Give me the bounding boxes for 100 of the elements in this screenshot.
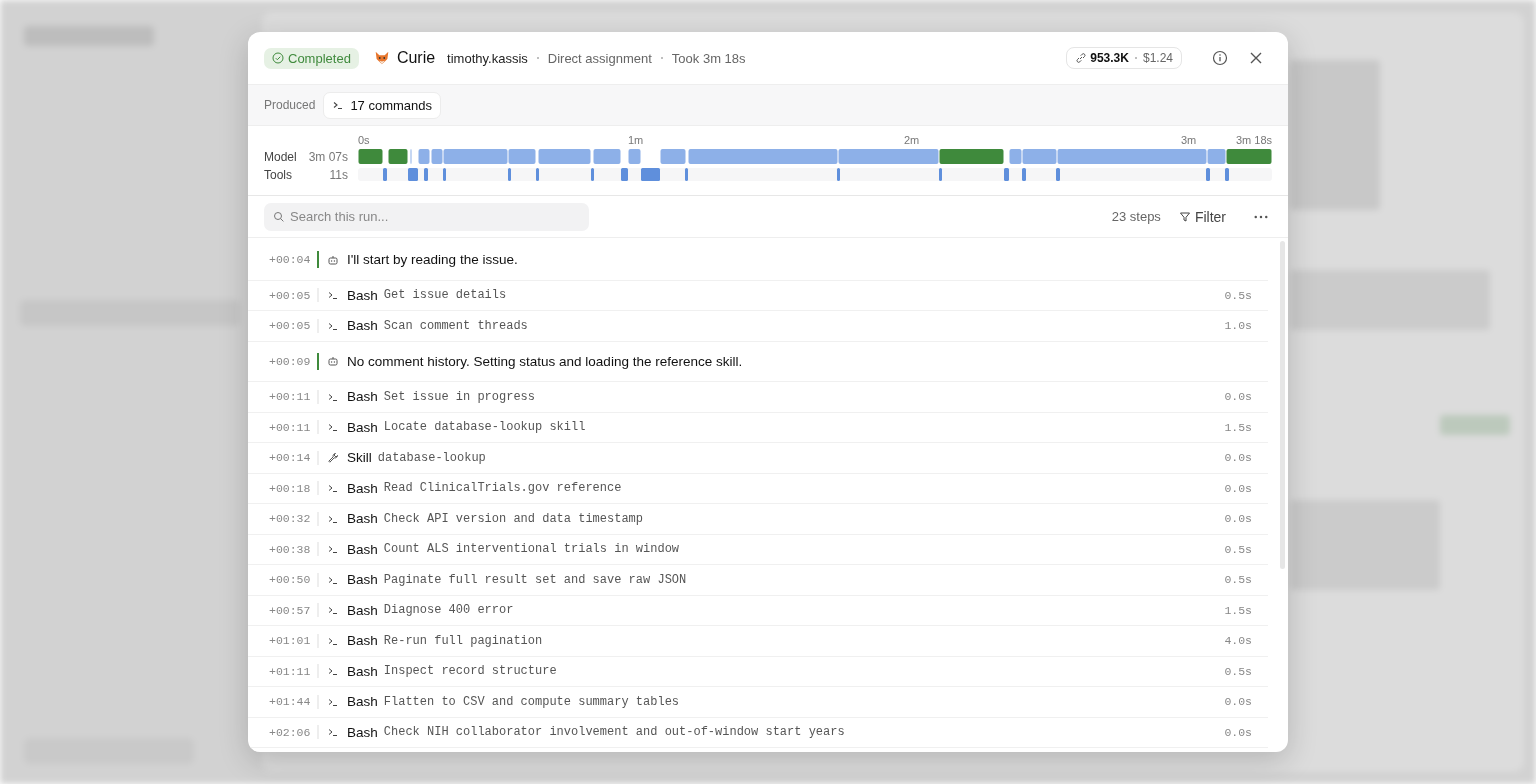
step-duration: 0.5s (1224, 664, 1252, 678)
step-time: +01:44 (269, 695, 309, 709)
step-description: Flatten to CSV and compute summary tables (383, 694, 680, 709)
tool-row[interactable]: +01:44 Bash Flatten to CSV and compute summary tables 0.0s (248, 687, 1268, 718)
step-count: 23 steps (1111, 209, 1161, 224)
robot-icon (327, 355, 339, 368)
step-time: +00:18 (269, 481, 309, 495)
step-time: +00:11 (269, 390, 309, 404)
tool-name: Bash (347, 287, 378, 303)
tool-row[interactable]: +00:57 Bash Diagnose 400 error 1.5s (248, 595, 1268, 626)
step-time: +00:11 (269, 420, 309, 434)
tool-row[interactable]: +01:01 Bash Re-run full pagination 4.0s (248, 626, 1268, 657)
step-duration: 0.0s (1224, 695, 1252, 709)
step-description: Scan comment threads (383, 318, 528, 333)
tool-name: Skill (347, 450, 372, 466)
tool-row[interactable]: +00:05 Bash Scan comment threads 1.0s (248, 311, 1268, 342)
tool-name: Bash (347, 694, 378, 710)
track-label: Model (264, 149, 298, 164)
tool-row[interactable]: +00:50 Bash Paginate full result set and save raw JSON 0.5s (248, 565, 1268, 596)
token-count: 953.3K (1090, 51, 1129, 65)
message-row[interactable]: +00:04 I'll start by reading the issue. (248, 240, 1268, 281)
tool-row[interactable]: +00:11 Bash Locate database-lookup skill 1.5s (248, 412, 1268, 443)
status-badge: Completed (264, 47, 359, 69)
step-description: database-lookup (377, 450, 486, 465)
step-description: Locate database-lookup skill (383, 420, 586, 435)
tool-name: Bash (347, 633, 378, 649)
step-duration: 0.0s (1224, 390, 1252, 404)
tool-name: Bash (347, 389, 378, 405)
step-duration: 4.0s (1224, 634, 1252, 648)
step-time: +01:11 (269, 664, 309, 678)
tool-row[interactable]: +00:11 Bash Set issue in progress 0.0s (248, 382, 1268, 413)
search-icon (273, 210, 285, 223)
timeline-tick-label: 1m (628, 134, 644, 146)
step-description: Check API version and data timestamp (383, 511, 644, 526)
step-description: Count ALS interventional trials in window (383, 542, 680, 557)
tool-name: Bash (347, 602, 378, 618)
terminal-icon (327, 482, 339, 495)
terminal-icon (327, 665, 339, 678)
step-description: Diagnose 400 error (383, 603, 514, 618)
step-duration: 0.5s (1224, 288, 1252, 302)
message-row[interactable]: +00:09 No comment history. Setting status and loading the reference skill. (248, 341, 1268, 382)
tool-name: Bash (347, 541, 378, 557)
track-label: Tools (264, 167, 293, 182)
tool-row[interactable]: +00:14 Skill database-lookup 0.0s (248, 443, 1268, 474)
produced-label: Produced (264, 98, 316, 112)
tool-row[interactable]: +00:05 Bash Get issue details 0.5s (248, 280, 1268, 311)
step-time: +00:14 (269, 451, 309, 465)
tool-name: Bash (347, 480, 378, 496)
tool-row[interactable]: +00:38 Bash Count ALS interventional trials in window 0.5s (248, 534, 1268, 565)
timeline-tick-label: 3m (1181, 134, 1197, 146)
step-description: Paginate full result set and save raw JSON (383, 572, 687, 587)
tool-name: Bash (347, 511, 378, 527)
filter-button[interactable]: Filter (1172, 207, 1232, 226)
step-duration: 0.0s (1224, 725, 1252, 739)
timeline-tick-label: 0s (358, 134, 370, 146)
step-time: +00:50 (269, 573, 309, 587)
step-description: Read ClinicalTrials.gov reference (383, 481, 622, 496)
more-icon (1254, 214, 1268, 219)
step-time: +00:05 (269, 288, 309, 302)
tool-row[interactable]: +00:18 Bash Read ClinicalTrials.gov reference 0.0s (248, 473, 1268, 504)
step-time: +00:32 (269, 512, 309, 526)
step-time: +02:06 (269, 725, 309, 739)
step-duration: 0.5s (1224, 573, 1252, 587)
step-description: Re-run full pagination (383, 633, 543, 648)
search-field[interactable]: Search this run... (264, 202, 589, 231)
step-duration: 1.0s (1224, 319, 1252, 333)
step-description: Check NIH collaborator involvement and out-of-window start years (383, 725, 845, 740)
step-duration: 0.5s (1224, 542, 1252, 556)
terminal-icon (327, 726, 339, 739)
cost-label: $1.24 (1142, 51, 1173, 65)
step-time: +00:09 (269, 354, 309, 368)
terminal-icon (327, 604, 339, 617)
step-description: Get issue details (383, 288, 507, 303)
terminal-icon (327, 543, 339, 556)
tool-name: Bash (347, 419, 378, 435)
message-text: No comment history. Setting status and loading the reference skill. (347, 353, 743, 369)
user-name: timothy.kassis (447, 50, 528, 66)
terminal-icon (332, 99, 345, 111)
timeline-tick-label: 2m (904, 134, 920, 146)
terminal-icon (327, 289, 339, 302)
agent-name: Curie (396, 49, 436, 67)
tool-row[interactable]: +00:32 Bash Check API version and data timestamp 0.0s (248, 504, 1268, 535)
tool-row[interactable]: +01:11 Bash Inspect record structure 0.5s (248, 656, 1268, 687)
step-duration: 0.0s (1224, 481, 1252, 495)
info-icon (1212, 50, 1228, 66)
step-time: +01:01 (269, 634, 309, 648)
step-duration: 0.0s (1224, 451, 1252, 465)
step-time: +00:04 (269, 253, 309, 267)
step-time: +00:38 (269, 542, 309, 556)
robot-icon (327, 253, 339, 266)
timeline-tick-label: 3m 18s (1235, 134, 1272, 146)
tool-row[interactable]: +02:06 Bash Check NIH collaborator involvement and out-of-window start years 0.0s (248, 717, 1268, 748)
tool-name: Bash (347, 318, 378, 334)
step-time: +00:57 (269, 603, 309, 617)
track-total: 11s (328, 167, 348, 182)
scrollbar[interactable] (1280, 241, 1285, 569)
commands-chip[interactable]: 17 commands (323, 91, 442, 119)
message-text: I'll start by reading the issue. (347, 252, 518, 268)
step-duration: 1.5s (1224, 420, 1252, 434)
filter-icon (1178, 210, 1191, 223)
